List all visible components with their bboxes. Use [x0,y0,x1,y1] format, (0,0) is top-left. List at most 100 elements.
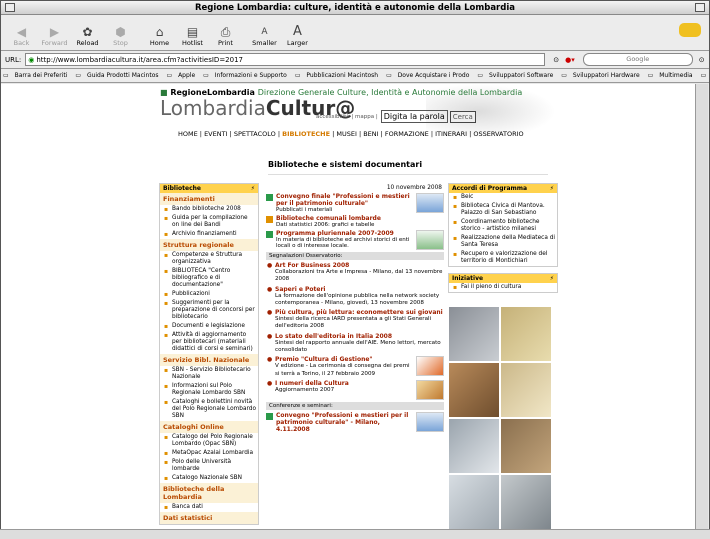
search-go-icon[interactable]: ⊙ [699,56,705,64]
sidebar-link[interactable]: Banca dati [160,503,258,512]
sidebar-link[interactable]: Informazioni sul Polo Regionale Lombardo… [160,382,258,398]
nav-item-osservatorio[interactable]: OSSERVATORIO [473,130,523,138]
sidebar-link[interactable]: Fai il pieno di cultura [449,283,557,292]
news-desc: V edizione - La cerimonia di consegna de… [275,363,410,377]
go-icon[interactable]: ⊙ [553,56,559,64]
news-desc: Sintesi della ricerca IARD presentata a … [275,316,432,330]
news-title-link[interactable]: I numeri della Cultura [275,380,413,387]
bookmark-item[interactable]: ▭ Barra dei Preferiti [3,72,71,79]
close-box-icon[interactable] [5,3,15,12]
site-search-button[interactable]: Cerca [449,110,476,123]
news-item: Saperi e PoteriLa formazione dell'opinio… [266,286,444,308]
featured-text: Biblioteche comunali lombarde Dati statis… [276,215,444,228]
bookmark-item[interactable]: ▭ Dove Acquistare i Prodo [386,72,473,79]
print-button[interactable]: ⎙ Print [209,25,242,47]
accordi-box-header: Accordi di Programma ⚡ [449,184,557,193]
featured-desc: Dati statistici 2006: grafici e tabelle [276,222,375,228]
sidebar-link[interactable]: Catalogo Nazionale SBN [160,474,258,483]
bookmark-item[interactable]: ▭ Guida Prodotti Macintos [75,72,162,79]
bookmark-item[interactable]: ▭ Sviluppatori Software [477,72,557,79]
sidebar-section-title[interactable]: Biblioteche della Lombardia [160,483,258,503]
sidebar-section-title[interactable]: Struttura regionale [160,239,258,251]
stop-button[interactable]: ⬢ Stop [104,25,137,47]
sidebar-link[interactable]: Archivio finanziamenti [160,230,258,239]
news-title-link[interactable]: Premio "Cultura di Gestione" [275,356,413,363]
sidebar-link[interactable]: Biblioteca Civica di Mantova. Palazzo di… [449,202,557,218]
featured-title-link[interactable]: Biblioteche comunali lombarde [276,215,444,222]
sidebar-section-title[interactable]: Dati statistici [160,512,258,524]
conference-link[interactable]: Convegno "Professioni e mestieri per il … [276,412,413,433]
nav-item-home[interactable]: HOME [178,130,198,138]
news-desc: La formazione dell'opinione pubblica nel… [275,292,440,306]
zoom-box-icon[interactable] [695,3,705,12]
reload-button[interactable]: ✿ Reload [71,25,104,47]
nav-item-itinerari[interactable]: ITINERARI [435,130,467,138]
featured-title-link[interactable]: Programma pluriennale 2007-2009 [276,230,413,237]
news-text: Più cultura, più lettura: economettere s… [275,309,444,331]
search-field[interactable]: Google [582,53,693,66]
vertical-scrollbar[interactable] [695,84,708,529]
sidebar-link[interactable]: MetaOpac Azalai Lombardia [160,449,258,458]
bookmark-item[interactable]: ▭ Informazioni e Supporto [203,72,291,79]
forward-button[interactable]: ▶ Forward [38,25,71,47]
sidebar-section-title[interactable]: Finanziamenti [160,193,258,205]
news-title-link[interactable]: Lo stato dell'editoria in Italia 2008 [275,333,444,340]
sidebar-link[interactable]: Catalogo del Polo Regionale Lombardo (Op… [160,433,258,449]
sidebar-link[interactable]: BIBLIOTECA "Centro bibliografico e di do… [160,267,258,290]
sidebar-link[interactable]: Polo delle Università lombarde [160,458,258,474]
sidebar-section-title[interactable]: Cataloghi Online [160,421,258,433]
nav-item-beni[interactable]: BENI [363,130,378,138]
search-engine-icon[interactable]: ●▾ [565,56,575,64]
sidebar-link[interactable]: Recupero e valorizzazione del territorio… [449,250,557,266]
news-desc: Aggiornamento 2007 [275,386,335,393]
sidebar-link[interactable]: Cataloghi e bollettini novità del Polo R… [160,398,258,421]
main-column: 10 novembre 2008 Convegno finale "Profess… [266,183,444,435]
nav-item-biblioteche[interactable]: BIBLIOTECHE [282,130,330,138]
sidebar-section-title[interactable]: Servizio Bibl. Nazionale [160,354,258,366]
hotlist-button[interactable]: ▤ Hotlist [176,25,209,47]
featured-item: Biblioteche comunali lombarde Dati statis… [266,215,444,228]
sidebar-link[interactable]: Attività di aggiornamento per biblioteca… [160,331,258,354]
featured-desc: Pubblicati i materiali [276,207,333,213]
item-icon [266,216,273,223]
nav-item-formazione[interactable]: FORMAZIONE [385,130,429,138]
news-item: Art For Business 2008Collaborazioni tra … [266,262,444,284]
conference-item: Convegno "Professioni e mestieri per il … [266,411,444,433]
sidebar-link[interactable]: Documenti e legislazione [160,322,258,331]
left-box-title: Biblioteche [163,185,201,192]
url-field[interactable]: ◉ http://www.lombardiacultura.it/area.cfm… [25,53,546,66]
bookmark-item[interactable]: ▭ Pubblicazioni Macintosh [295,72,382,79]
sidebar-link[interactable]: Coordinamento biblioteche storico - arti… [449,218,557,234]
larger-text-icon: A [293,24,302,39]
sidebar-link[interactable]: SBN - Servizio Bibliotecario Nazionale [160,366,258,382]
iniziative-box-title: Iniziative [452,275,484,282]
news-desc: Collaborazioni tra Arte e Impresa - Mila… [275,269,443,283]
sidebar-link[interactable]: Bando biblioteche 2008 [160,205,258,214]
bookmark-item[interactable]: ▭ Google [701,72,709,79]
news-title-link[interactable]: Più cultura, più lettura: economettere s… [275,309,444,316]
news-title-link[interactable]: Art For Business 2008 [275,262,444,269]
bookmark-item[interactable]: ▭ Sviluppatori Hardware [561,72,643,79]
home-button[interactable]: ⌂ Home [143,25,176,47]
larger-button[interactable]: A Larger [281,24,314,48]
sidebar-link[interactable]: Beic [449,193,557,202]
section-band: Conferenze e seminari: [266,401,444,410]
sidebar-link[interactable]: Pubblicazioni [160,290,258,299]
sidebar-link[interactable]: Realizzazione della Mediateca di Santa T… [449,234,557,250]
bookmark-item[interactable]: ▭ Apple [167,72,200,79]
site-search-input[interactable]: Digita la parola [380,110,448,123]
nav-item-musei[interactable]: MUSEI [336,130,357,138]
news-text: Art For Business 2008Collaborazioni tra … [275,262,444,284]
back-button[interactable]: ◀ Back [5,25,38,47]
nav-item-eventi[interactable]: EVENTI [204,130,227,138]
featured-title-link[interactable]: Convegno finale "Professioni e mestieri … [276,193,413,207]
nav-item-spettacolo[interactable]: SPETTACOLO [234,130,276,138]
sidebar-link[interactable]: Guida per la compilazione on line dei Ba… [160,214,258,230]
bookmark-item[interactable]: ▭ Multimedia [648,72,697,79]
news-title-link[interactable]: Saperi e Poteri [275,286,444,293]
status-bar [0,529,710,539]
featured-desc: In materia di biblioteche ed archivi sto… [276,237,410,249]
sidebar-link[interactable]: Suggerimenti per la preparazione di conc… [160,299,258,322]
sidebar-link[interactable]: Competenze e Struttura organizzativa [160,251,258,267]
smaller-button[interactable]: A Smaller [248,25,281,47]
